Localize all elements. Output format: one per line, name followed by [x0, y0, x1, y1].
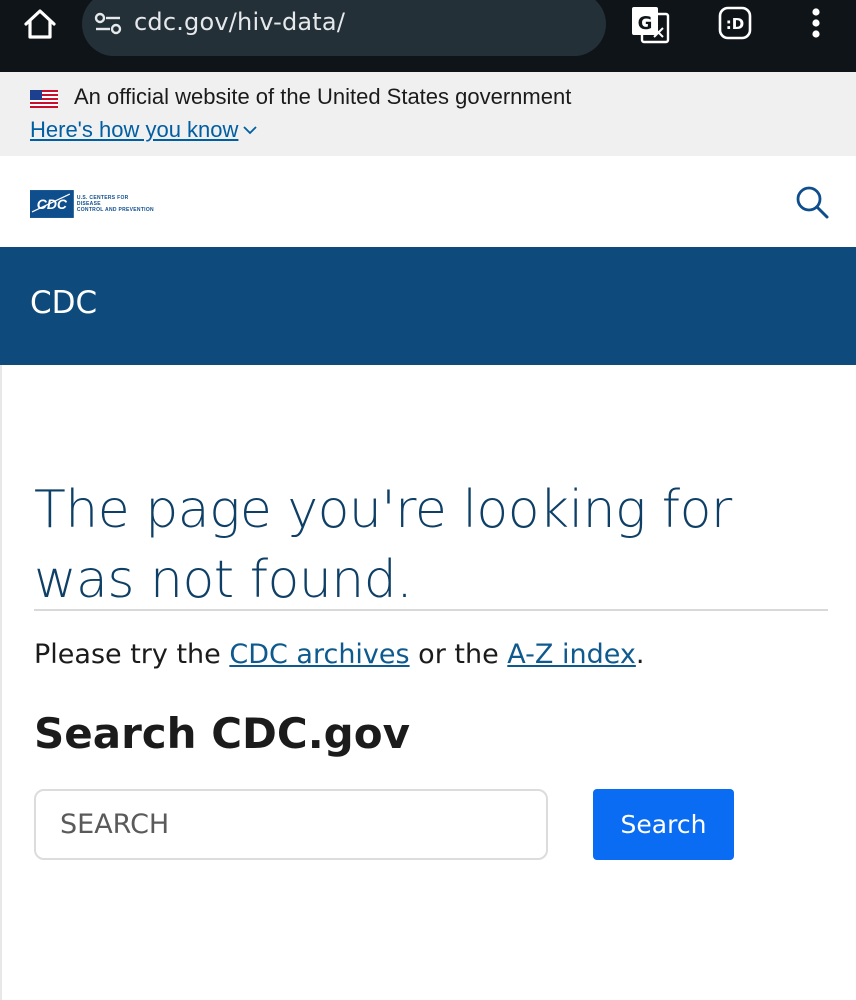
- svg-text:CDC: CDC: [37, 196, 68, 212]
- search-icon[interactable]: [794, 184, 830, 220]
- a-z-index-link[interactable]: A-Z index: [507, 639, 636, 670]
- cdc-logo-text: U.S. CENTERS FOR DISEASE CONTROL AND PRE…: [77, 195, 154, 213]
- cdc-logo[interactable]: CDC U.S. CENTERS FOR DISEASE CONTROL AND…: [30, 190, 154, 218]
- page-title: The page you're looking for was not foun…: [34, 480, 732, 610]
- url-text[interactable]: cdc.gov/hiv-data/: [134, 8, 345, 36]
- search-button[interactable]: Search: [593, 789, 734, 860]
- translate-icon[interactable]: G: [630, 4, 670, 44]
- search-heading: Search CDC.gov: [34, 709, 410, 758]
- logo-line-2: CONTROL AND PREVENTION: [76, 207, 154, 213]
- svg-text:G: G: [638, 13, 653, 34]
- cdc-logo-badge: CDC: [30, 190, 74, 218]
- divider: [34, 609, 828, 611]
- us-flag-icon: [30, 90, 58, 108]
- tune-icon[interactable]: [94, 12, 122, 36]
- reader-mode-icon[interactable]: :D: [718, 6, 752, 40]
- chevron-down-icon[interactable]: [242, 124, 258, 136]
- suggestion-text: Please try the CDC archives or the A-Z i…: [34, 639, 644, 670]
- suggestion-suffix: .: [635, 639, 645, 670]
- main-content: The page you're looking for was not foun…: [0, 365, 856, 1000]
- site-title-band: CDC: [0, 247, 856, 365]
- svg-text::D: :D: [726, 15, 744, 33]
- search-input[interactable]: [34, 789, 548, 860]
- site-title[interactable]: CDC: [30, 285, 97, 321]
- more-vert-icon[interactable]: [806, 6, 826, 42]
- gov-banner-text: An official website of the United States…: [74, 84, 572, 109]
- how-you-know-label[interactable]: Here's how you know: [30, 117, 238, 143]
- browser-toolbar: cdc.gov/hiv-data/ G :D: [0, 0, 856, 72]
- home-icon[interactable]: [22, 6, 58, 42]
- gov-banner: An official website of the United States…: [0, 72, 856, 156]
- how-you-know-link[interactable]: Here's how you know: [30, 117, 258, 143]
- logo-line-1: U.S. CENTERS FOR DISEASE: [76, 195, 129, 207]
- suggestion-prefix: Please try the: [34, 639, 230, 670]
- address-bar[interactable]: cdc.gov/hiv-data/: [82, 0, 606, 56]
- cdc-archives-link[interactable]: CDC archives: [229, 639, 409, 670]
- suggestion-middle: or the: [409, 639, 508, 670]
- site-header: CDC U.S. CENTERS FOR DISEASE CONTROL AND…: [0, 156, 856, 247]
